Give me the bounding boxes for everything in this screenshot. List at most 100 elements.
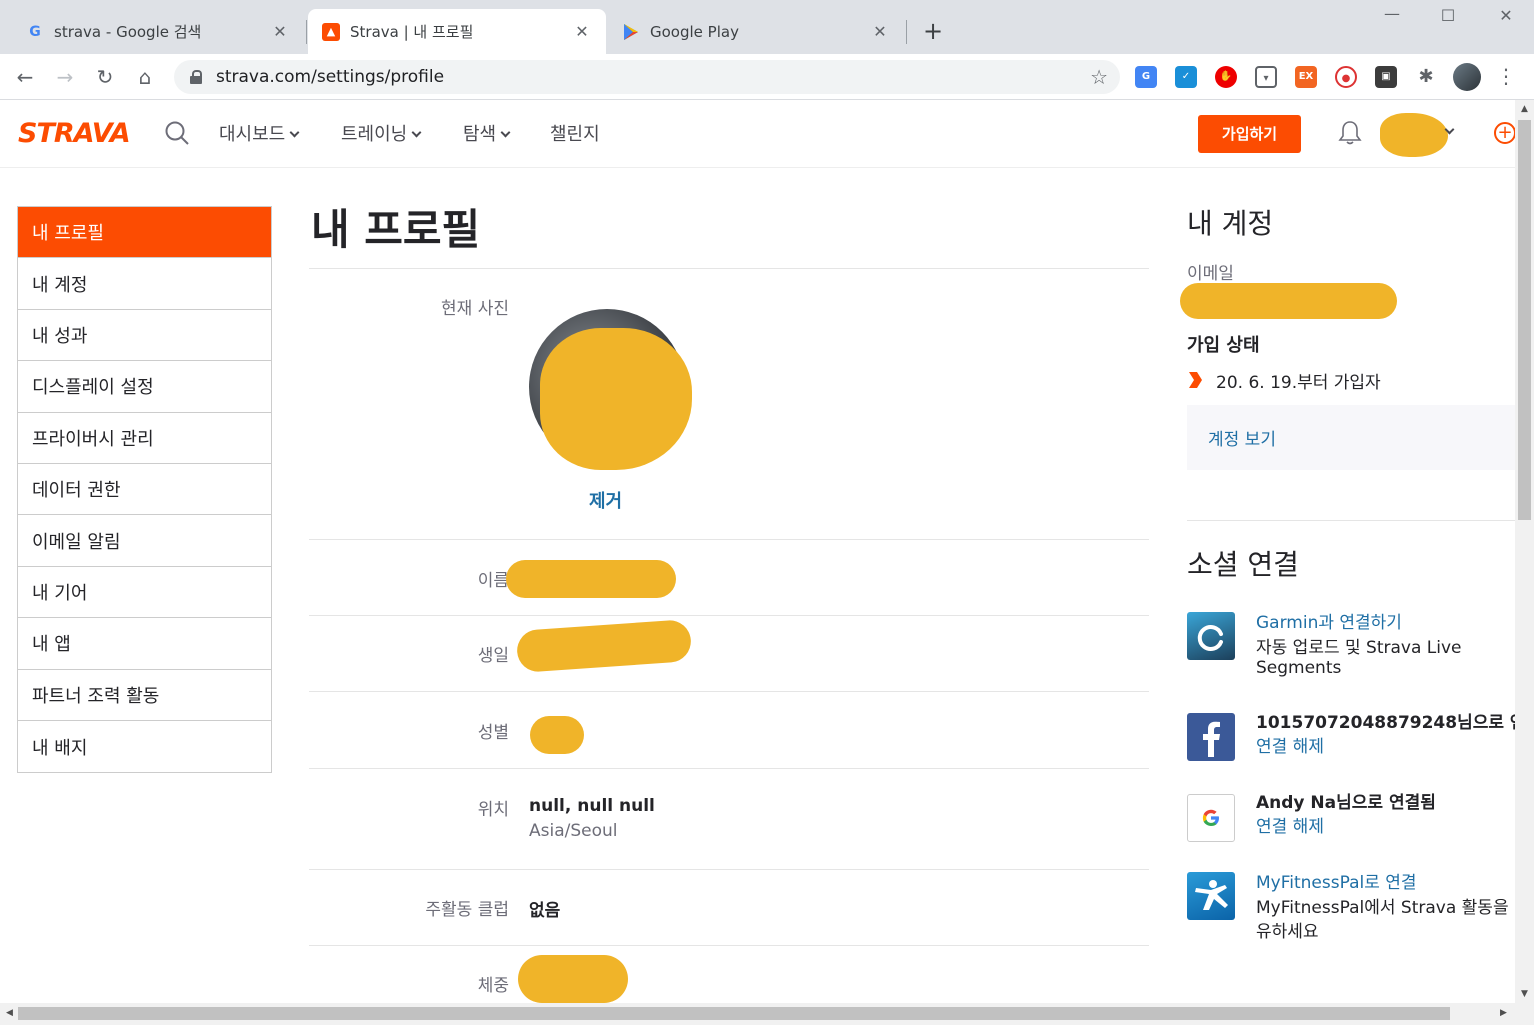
window-close-icon[interactable]: ✕: [1486, 6, 1526, 25]
forward-icon[interactable]: →: [50, 62, 80, 92]
extensions-puzzle-icon[interactable]: ✱: [1415, 66, 1437, 88]
nav-explore[interactable]: 탐색: [463, 120, 511, 146]
google-icon: [1187, 794, 1235, 842]
sidebar-item-my-performance[interactable]: 내 성과: [18, 310, 271, 362]
profile-avatar[interactable]: [1453, 63, 1481, 91]
sidebar-item-privacy[interactable]: 프라이버시 관리: [18, 413, 271, 464]
weight-value-redacted[interactable]: [518, 955, 628, 1003]
tab-strava-profile[interactable]: ▲ Strava | 내 프로필 ✕: [308, 9, 606, 54]
chevron-down-icon: [289, 127, 300, 138]
sidebar-item-email-notifications[interactable]: 이메일 알림: [18, 515, 271, 567]
tab-google-search[interactable]: G strava - Google 검색 ✕: [12, 9, 304, 54]
sidebar-item-my-apps[interactable]: 내 앱: [18, 618, 271, 670]
back-icon[interactable]: ←: [10, 62, 40, 92]
view-account-link[interactable]: 계정 보기: [1208, 425, 1276, 450]
lock-icon[interactable]: [190, 70, 202, 84]
sidebar-item-partner-activities[interactable]: 파트너 조력 활동: [18, 670, 271, 721]
sidebar-item-my-profile[interactable]: 내 프로필: [18, 207, 271, 259]
location-value: null, null null: [529, 796, 655, 816]
close-icon[interactable]: ✕: [870, 22, 890, 41]
account-title: 내 계정: [1187, 207, 1274, 240]
garmin-connect-link[interactable]: Garmin과 연결하기: [1256, 608, 1402, 633]
close-icon[interactable]: ✕: [572, 22, 592, 41]
signup-button[interactable]: 가입하기: [1198, 115, 1301, 153]
browser-tab-bar: G strava - Google 검색 ✕ ▲ Strava | 내 프로필 …: [0, 0, 1534, 54]
reload-icon[interactable]: ↻: [90, 62, 120, 92]
upload-plus-icon[interactable]: +: [1494, 122, 1516, 144]
chevron-down-icon: [411, 127, 422, 138]
gender-value-redacted[interactable]: [530, 716, 584, 754]
club-label: 주활동 클럽: [425, 900, 509, 920]
timezone-value: Asia/Seoul: [529, 821, 618, 841]
myfitnesspal-connect-link[interactable]: MyFitnessPal로 연결: [1256, 868, 1417, 893]
sidebar-item-my-account[interactable]: 내 계정: [18, 258, 271, 310]
scroll-thumb[interactable]: [18, 1007, 1450, 1020]
scroll-left-icon[interactable]: ◀: [6, 1008, 13, 1018]
recorder-icon[interactable]: ●: [1335, 66, 1357, 88]
nav-label: 탐색: [463, 124, 497, 145]
google-disconnect-link[interactable]: 연결 해제: [1256, 812, 1324, 837]
divider: [309, 869, 1149, 870]
name-value-redacted[interactable]: [506, 560, 676, 598]
scroll-down-icon[interactable]: ▼: [1515, 989, 1534, 999]
sidebar-item-display-settings[interactable]: 디스플레이 설정: [18, 361, 271, 413]
scroll-up-icon[interactable]: ▲: [1515, 104, 1534, 114]
view-account-box: 계정 보기: [1187, 405, 1515, 470]
garmin-description-2: Segments: [1256, 658, 1342, 678]
name-label: 이름: [477, 571, 509, 591]
home-icon[interactable]: ⌂: [130, 62, 160, 92]
tab-divider: [906, 20, 907, 44]
search-icon[interactable]: [164, 120, 190, 146]
bookmark-star-icon[interactable]: ☆: [1090, 65, 1108, 89]
remove-photo-link[interactable]: 제거: [589, 487, 622, 513]
address-bar[interactable]: strava.com/settings/profile ☆: [174, 60, 1120, 94]
maximize-icon[interactable]: ☐: [1428, 6, 1468, 25]
myfitnesspal-description: MyFitnessPal에서 Strava 활동을: [1256, 898, 1509, 918]
sidebar-item-data-permissions[interactable]: 데이터 권한: [18, 464, 271, 516]
pocket-icon[interactable]: ▾: [1255, 66, 1277, 88]
user-avatar[interactable]: [1380, 113, 1448, 157]
google-translate-icon[interactable]: G: [1135, 66, 1157, 88]
google-connected-text: Andy Na님으로 연결됨: [1256, 793, 1436, 813]
membership-chevron-icon: [1189, 372, 1202, 388]
url-text[interactable]: strava.com/settings/profile: [216, 67, 1090, 87]
new-tab-button[interactable]: +: [918, 16, 948, 46]
nav-training[interactable]: 트레이닝: [341, 120, 422, 146]
birthday-label: 생일: [477, 646, 509, 666]
camera-extension-icon[interactable]: ▣: [1375, 66, 1397, 88]
close-icon[interactable]: ✕: [270, 22, 290, 41]
scroll-right-icon[interactable]: ▶: [1500, 1008, 1507, 1018]
sidebar-item-my-badges[interactable]: 내 배지: [18, 721, 271, 772]
social-title: 소셜 연결: [1187, 548, 1299, 581]
facebook-disconnect-link[interactable]: 연결 해제: [1256, 732, 1324, 757]
birthday-value-redacted[interactable]: [515, 618, 693, 674]
bell-icon[interactable]: [1338, 120, 1362, 146]
divider: [309, 768, 1149, 769]
strava-header: STRAVA 대시보드 트레이닝 탐색 챌린지 가입하기 +: [0, 100, 1516, 168]
adblock-icon[interactable]: ✋: [1215, 66, 1237, 88]
divider: [309, 268, 1149, 269]
google-icon: G: [29, 23, 41, 40]
facebook-connected-text: 10157072048879248님으로 연결: [1256, 713, 1534, 733]
sidebar-item-my-gear[interactable]: 내 기어: [18, 567, 271, 619]
divider: [309, 691, 1149, 692]
nav-dashboard[interactable]: 대시보드: [219, 120, 300, 146]
gender-label: 성별: [477, 723, 509, 743]
minimize-icon[interactable]: —: [1372, 4, 1412, 23]
kebab-menu-icon[interactable]: ⋮: [1496, 64, 1516, 88]
strava-logo[interactable]: STRAVA: [18, 118, 131, 149]
todo-check-icon[interactable]: ✓: [1175, 66, 1197, 88]
ex-extension-icon[interactable]: EX: [1295, 66, 1317, 88]
tab-divider: [306, 20, 307, 44]
chevron-down-icon: [500, 127, 511, 138]
garmin-description: 자동 업로드 및 Strava Live: [1256, 638, 1462, 658]
club-value: 없음: [529, 901, 561, 921]
nav-label: 트레이닝: [341, 124, 408, 145]
horizontal-scrollbar[interactable]: ◀ ▶: [0, 1003, 1534, 1025]
photo-label: 현재 사진: [441, 299, 509, 319]
vertical-scrollbar[interactable]: ▲ ▼: [1515, 100, 1534, 1003]
nav-challenges[interactable]: 챌린지: [550, 120, 600, 146]
scroll-thumb[interactable]: [1518, 120, 1531, 520]
tab-google-play[interactable]: Google Play ✕: [608, 9, 904, 54]
page-title: 내 프로필: [311, 205, 481, 254]
